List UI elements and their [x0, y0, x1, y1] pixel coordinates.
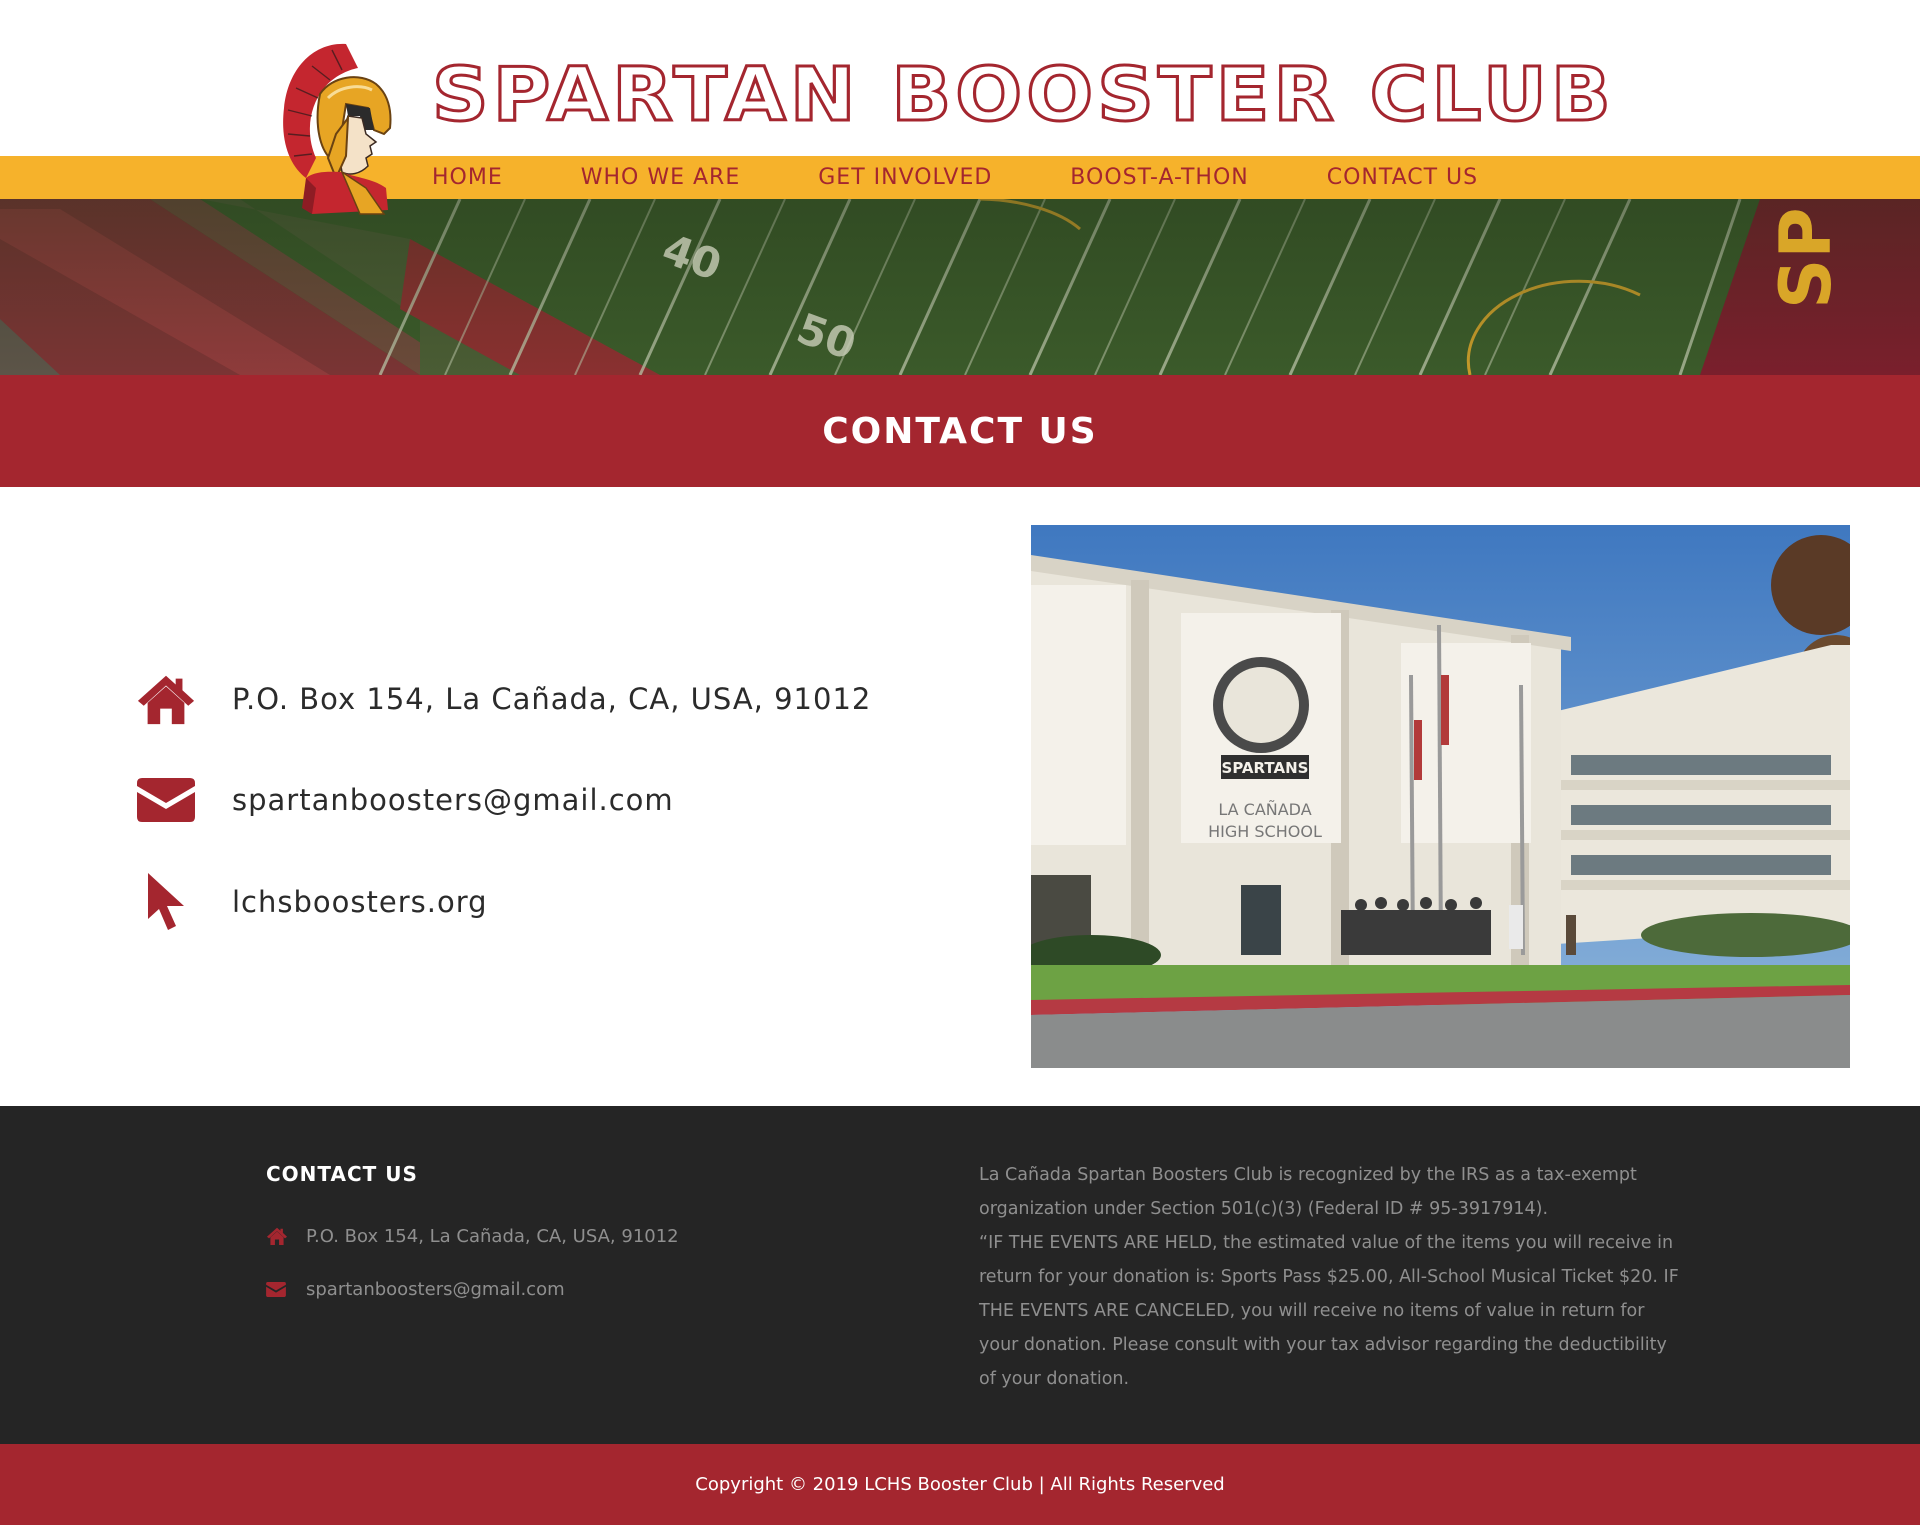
- contact-email-row: spartanboosters@gmail.com: [136, 770, 674, 830]
- footer-email-row: spartanboosters@gmail.com: [266, 1278, 565, 1300]
- contact-website-link[interactable]: lchsboosters.org: [232, 885, 488, 919]
- nav-item-boost-a-thon[interactable]: BOOST-A-THON: [1070, 165, 1248, 190]
- contact-email-link[interactable]: spartanboosters@gmail.com: [232, 783, 674, 817]
- footer-email-link[interactable]: spartanboosters@gmail.com: [306, 1279, 565, 1300]
- footer-heading: CONTACT US: [266, 1162, 418, 1186]
- copyright-bar: Copyright © 2019 LCHS Booster Club | All…: [0, 1444, 1920, 1525]
- pointer-icon: [136, 872, 196, 932]
- nav-item-contact-us[interactable]: CONTACT US: [1327, 165, 1478, 190]
- footer-tax-note: La Cañada Spartan Boosters Club is recog…: [979, 1158, 1679, 1396]
- footer-address-row: P.O. Box 154, La Cañada, CA, USA, 91012: [266, 1225, 679, 1247]
- school-building-photo: SPARTANS LA CAÑADA HIGH SCHOOL: [1031, 525, 1850, 1068]
- site-header: 40 50 SP HOME WHO WE ARE GET INVOLVED BO…: [0, 0, 1920, 375]
- photo-wall-text-1: LA CAÑADA: [1218, 800, 1311, 819]
- photo-wall-text-2: HIGH SCHOOL: [1208, 822, 1322, 841]
- contact-address-row: P.O. Box 154, La Cañada, CA, USA, 91012: [136, 669, 871, 729]
- page-title-bar: CONTACT US: [0, 375, 1920, 487]
- footer-address-text: P.O. Box 154, La Cañada, CA, USA, 91012: [306, 1225, 679, 1247]
- spartan-helmet-logo[interactable]: [276, 38, 412, 228]
- footer-tax-note-events: “IF THE EVENTS ARE HELD, the estimated v…: [979, 1233, 1679, 1389]
- footer-tax-note-irs: La Cañada Spartan Boosters Club is recog…: [979, 1165, 1637, 1219]
- nav-item-home[interactable]: HOME: [432, 165, 503, 190]
- copyright-text: Copyright © 2019 LCHS Booster Club | All…: [695, 1474, 1225, 1495]
- main-nav: HOME WHO WE ARE GET INVOLVED BOOST-A-THO…: [432, 156, 1556, 199]
- endzone-text: SP: [1765, 207, 1847, 309]
- photo-banner-text: SPARTANS: [1222, 759, 1309, 777]
- home-icon: [136, 669, 196, 729]
- contact-address-text: P.O. Box 154, La Cañada, CA, USA, 91012: [232, 682, 872, 716]
- contact-website-row: lchsboosters.org: [136, 872, 488, 932]
- envelope-icon: [136, 770, 196, 830]
- home-icon: [266, 1225, 290, 1247]
- site-title[interactable]: SPARTAN BOOSTER CLUB: [430, 50, 1615, 140]
- envelope-icon: [266, 1278, 290, 1300]
- nav-item-get-involved[interactable]: GET INVOLVED: [818, 165, 992, 190]
- nav-item-who-we-are[interactable]: WHO WE ARE: [581, 165, 741, 190]
- page-title: CONTACT US: [822, 410, 1098, 452]
